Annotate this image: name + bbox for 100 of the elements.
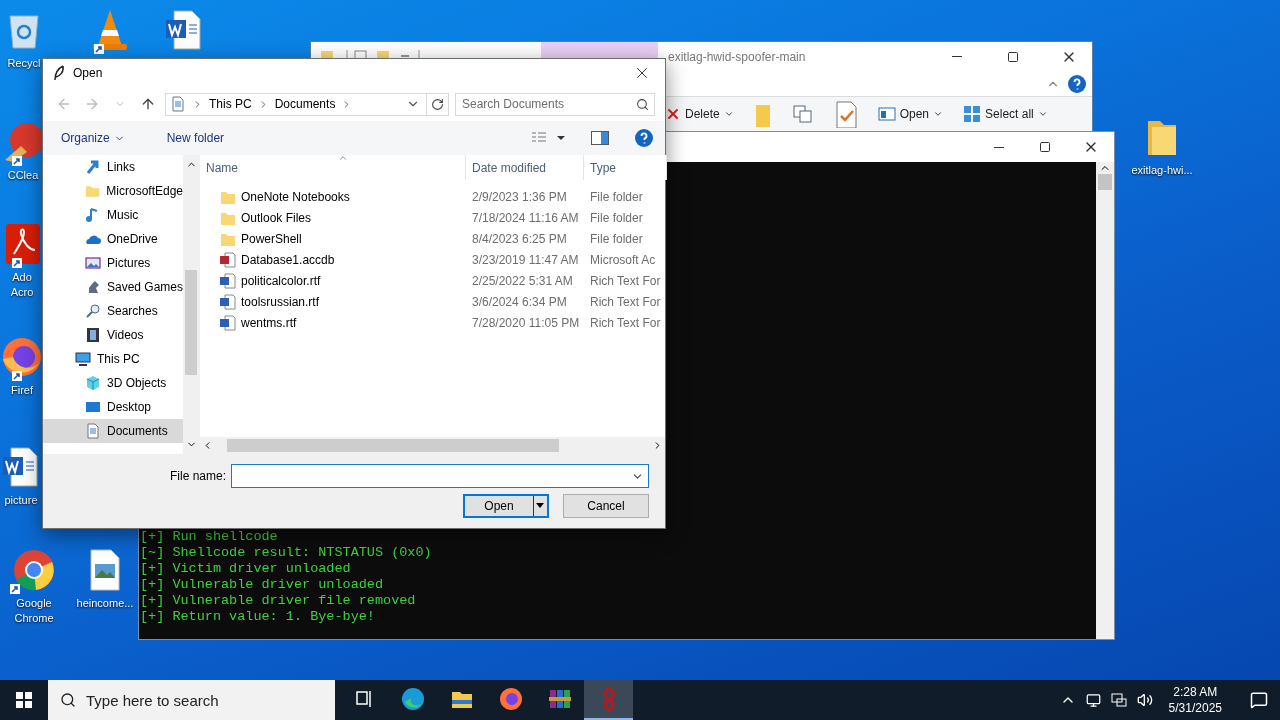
file-row[interactable]: wentms.rtf 7/28/2020 11:05 PM Rich Text For bbox=[200, 312, 665, 333]
navigation-item[interactable]: MicrosoftEdge bbox=[43, 179, 183, 203]
up-arrow-icon bbox=[140, 96, 156, 112]
breadcrumb[interactable]: Documents bbox=[274, 97, 336, 111]
search-icon bbox=[636, 97, 649, 111]
caret-icon bbox=[723, 109, 734, 119]
file-row[interactable]: Outlook Files 7/18/2024 11:16 AM File folder bbox=[200, 207, 665, 228]
date-cell-text: 8/4/2023 6:25 PM bbox=[471, 231, 568, 246]
date-cell-text: 3/23/2019 11:47 AM bbox=[471, 252, 580, 267]
caret-icon bbox=[1037, 109, 1048, 119]
chrome-icon bbox=[12, 548, 56, 592]
navigation-item[interactable]: Desktop bbox=[43, 395, 183, 419]
view-options-icon[interactable] bbox=[531, 131, 565, 145]
delete-icon bbox=[665, 106, 681, 122]
file-row[interactable]: OneNote Notebooks 2/9/2023 1:36 PM File folder bbox=[200, 186, 665, 207]
clock[interactable]: 2:28 AM 5/31/2025 bbox=[1162, 684, 1228, 716]
type-cell-text: File folder bbox=[589, 231, 644, 246]
file-name: wentms.rtf bbox=[241, 315, 297, 330]
console-line: [+] Vulnerable driver file removed bbox=[140, 593, 417, 609]
navigation-item[interactable]: Links bbox=[43, 155, 183, 179]
desktop-icon bbox=[85, 399, 101, 415]
firefox-icon bbox=[497, 686, 524, 712]
desktop-icon-label[interactable]: Recycl bbox=[7, 56, 41, 71]
type-cell-text: Rich Text For bbox=[589, 273, 662, 288]
window-icon bbox=[877, 107, 896, 121]
desktop-icon-label[interactable]: Google Chrome bbox=[2, 596, 66, 626]
edge-icon bbox=[399, 686, 426, 712]
desktop-icon-label[interactable]: Ado Acro bbox=[4, 270, 40, 300]
scrollbar[interactable] bbox=[183, 155, 199, 454]
cube-icon bbox=[85, 375, 101, 391]
folder-icon bbox=[85, 183, 101, 199]
desktop-icon-label[interactable]: heincome... bbox=[76, 596, 134, 611]
navigation-item[interactable]: This PC bbox=[43, 347, 183, 371]
computer-icon bbox=[75, 351, 91, 367]
preview-pane-icon[interactable] bbox=[591, 131, 609, 145]
type-cell-text: File folder bbox=[589, 210, 644, 225]
shortcut-arrow-icon bbox=[94, 44, 104, 54]
type-cell-text: Rich Text For bbox=[589, 294, 662, 309]
file-name-field[interactable] bbox=[231, 464, 649, 488]
desktop-icon-label[interactable]: CClea bbox=[7, 168, 39, 183]
monitor-icon[interactable] bbox=[1085, 692, 1101, 708]
file-row[interactable]: toolsrussian.rtf 3/6/2024 6:34 PM Rich Text For bbox=[200, 291, 665, 312]
navigation-item[interactable]: OneDrive bbox=[43, 227, 183, 251]
maximize-icon bbox=[1007, 50, 1019, 63]
navigation-item[interactable]: Videos bbox=[43, 323, 183, 347]
type-cell-text: File folder bbox=[589, 189, 644, 204]
date-cell-text: 3/6/2024 6:34 PM bbox=[471, 294, 568, 309]
copy-icon bbox=[791, 104, 814, 124]
access-file-icon bbox=[220, 251, 236, 268]
navigation-item[interactable]: Pictures bbox=[43, 251, 183, 275]
caret-icon bbox=[933, 109, 944, 119]
file-name: Outlook Files bbox=[241, 210, 312, 225]
file-name-label: File name: bbox=[169, 469, 226, 483]
open-button[interactable]: Open bbox=[463, 494, 549, 518]
new-folder-button[interactable]: New folder bbox=[158, 129, 233, 147]
arrow-icon bbox=[85, 159, 101, 175]
network-icon[interactable] bbox=[1110, 692, 1127, 708]
ribbon-button[interactable]: Delete bbox=[663, 103, 736, 125]
film-icon bbox=[85, 327, 101, 343]
shortcut-arrow-icon bbox=[12, 258, 22, 268]
navigation-item[interactable]: Saved Games bbox=[43, 275, 183, 299]
windows-logo-icon bbox=[16, 692, 32, 708]
navigation-item[interactable]: Documents bbox=[43, 419, 183, 443]
feather-icon bbox=[53, 65, 65, 81]
search-icon bbox=[60, 692, 76, 708]
navigation-item[interactable]: Searches bbox=[43, 299, 183, 323]
ribbon-button[interactable]: Open bbox=[875, 103, 946, 125]
date-cell-text: 7/28/2020 11:05 PM bbox=[471, 315, 581, 330]
file-row[interactable]: PowerShell 8/4/2023 6:25 PM File folder bbox=[200, 228, 665, 249]
scrollbar[interactable] bbox=[1096, 162, 1114, 639]
taskbar-search-field[interactable]: Type here to search bbox=[48, 680, 335, 720]
file-name: politicalcolor.rtf bbox=[241, 273, 321, 288]
ribbon-button[interactable]: Select all bbox=[961, 103, 1050, 125]
desktop-icon-label[interactable]: exitlag-hwi... bbox=[1131, 163, 1193, 178]
desktop-icon-label[interactable]: picture bbox=[4, 493, 38, 508]
firefox-icon bbox=[0, 335, 44, 379]
document-icon bbox=[170, 96, 186, 112]
help-icon[interactable] bbox=[635, 129, 653, 147]
forward-arrow-icon bbox=[84, 96, 100, 112]
navigation-item[interactable]: Music bbox=[43, 203, 183, 227]
file-row[interactable]: Database1.accdb 3/23/2019 11:47 AM Microsoft Ac bbox=[200, 249, 665, 270]
minimize-icon bbox=[994, 146, 1004, 148]
search-field[interactable]: Search Documents bbox=[455, 92, 655, 116]
console-line: [+] Return value: 1. Bye-bye! bbox=[140, 609, 376, 625]
cancel-button[interactable]: Cancel bbox=[563, 494, 649, 518]
organize-button[interactable]: Organize bbox=[53, 129, 133, 147]
desktop-icon-label[interactable]: Firef bbox=[11, 383, 33, 398]
breadcrumb[interactable]: This PC bbox=[209, 97, 252, 111]
date-cell-text: 7/18/2024 11:16 AM bbox=[471, 210, 580, 225]
file-row[interactable]: politicalcolor.rtf 2/25/2022 5:31 AM Rich Text For bbox=[200, 270, 665, 291]
volume-icon[interactable] bbox=[1136, 692, 1153, 708]
file-name: Database1.accdb bbox=[241, 252, 335, 267]
help-icon[interactable] bbox=[1068, 74, 1086, 93]
address-bar[interactable]: This PC Documents bbox=[165, 92, 449, 116]
scrollbar[interactable] bbox=[200, 437, 665, 454]
scrollbar-thumb[interactable] bbox=[1098, 174, 1112, 190]
taskbar-app-button[interactable] bbox=[584, 680, 633, 720]
type-cell-text: Microsoft Ac bbox=[589, 252, 657, 267]
window-title: exitlag-hwid-spoofer-main bbox=[668, 49, 807, 64]
navigation-item[interactable]: 3D Objects bbox=[43, 371, 183, 395]
